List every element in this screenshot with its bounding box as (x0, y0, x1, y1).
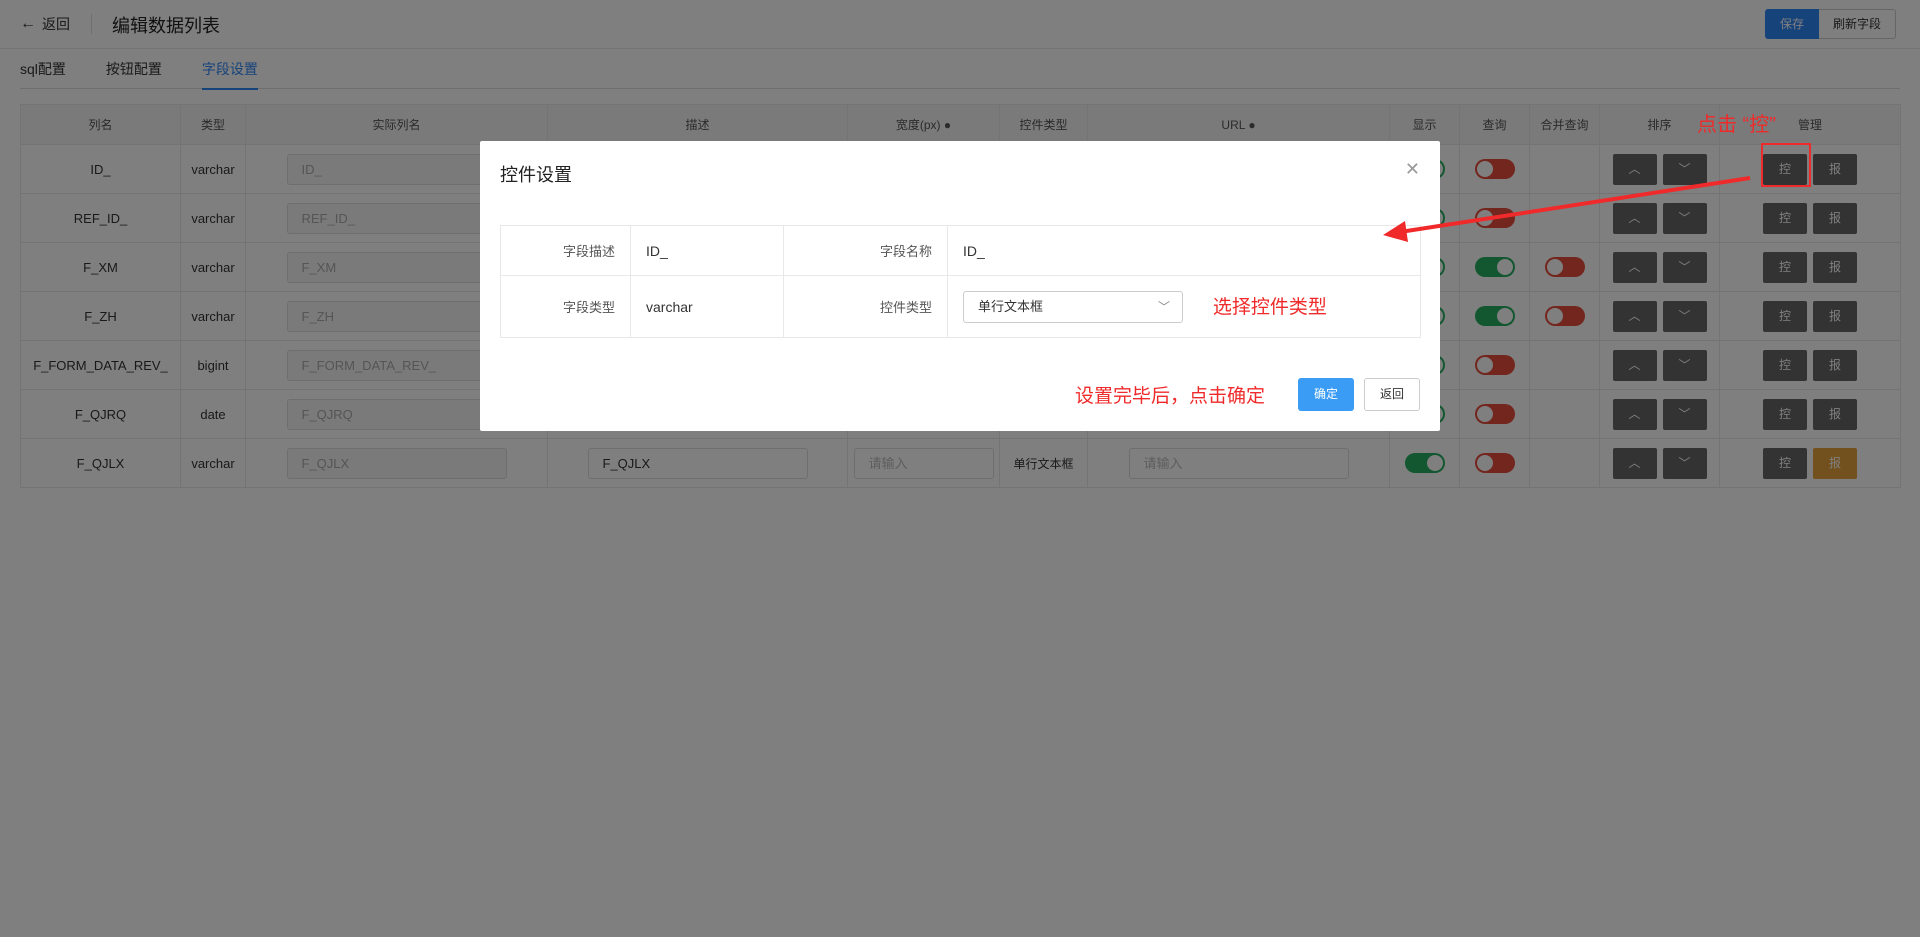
form-row: 字段类型 varchar 控件类型 单行文本框 ﹀ 选择控件类型 (500, 275, 1421, 338)
control-type-selected: 单行文本框 (978, 299, 1044, 314)
annotation-click-control: 点击 “控” (1697, 114, 1776, 136)
control-settings-dialog: 控件设置 ✕ 字段描述 ID_ 字段名称 ID_ 字段类型 varchar 控件… (480, 141, 1440, 431)
field-name-label: 字段名称 (783, 225, 948, 276)
field-type-label: 字段类型 (500, 275, 631, 338)
dialog-title: 控件设置 (500, 165, 572, 185)
confirm-button[interactable]: 确定 (1298, 378, 1354, 411)
field-name-value: ID_ (947, 225, 1421, 276)
control-type-label: 控件类型 (783, 275, 948, 338)
annotation-confirm-hint: 设置完毕后，点击确定 (1075, 386, 1266, 407)
control-type-select[interactable]: 单行文本框 ﹀ (963, 291, 1183, 323)
back-dialog-button[interactable]: 返回 (1364, 378, 1420, 411)
highlight-box (1761, 143, 1811, 187)
chevron-down-icon: ﹀ (1157, 300, 1170, 314)
control-type-cell: 单行文本框 ﹀ 选择控件类型 (947, 275, 1421, 338)
field-desc-value: ID_ (630, 225, 784, 276)
field-type-value: varchar (630, 275, 784, 338)
annotation-select-type: 选择控件类型 (1212, 297, 1327, 318)
field-desc-label: 字段描述 (500, 225, 631, 276)
close-icon[interactable]: ✕ (1405, 159, 1420, 180)
dialog-form: 字段描述 ID_ 字段名称 ID_ 字段类型 varchar 控件类型 单行文本… (500, 225, 1421, 338)
form-row: 字段描述 ID_ 字段名称 ID_ (500, 225, 1421, 276)
